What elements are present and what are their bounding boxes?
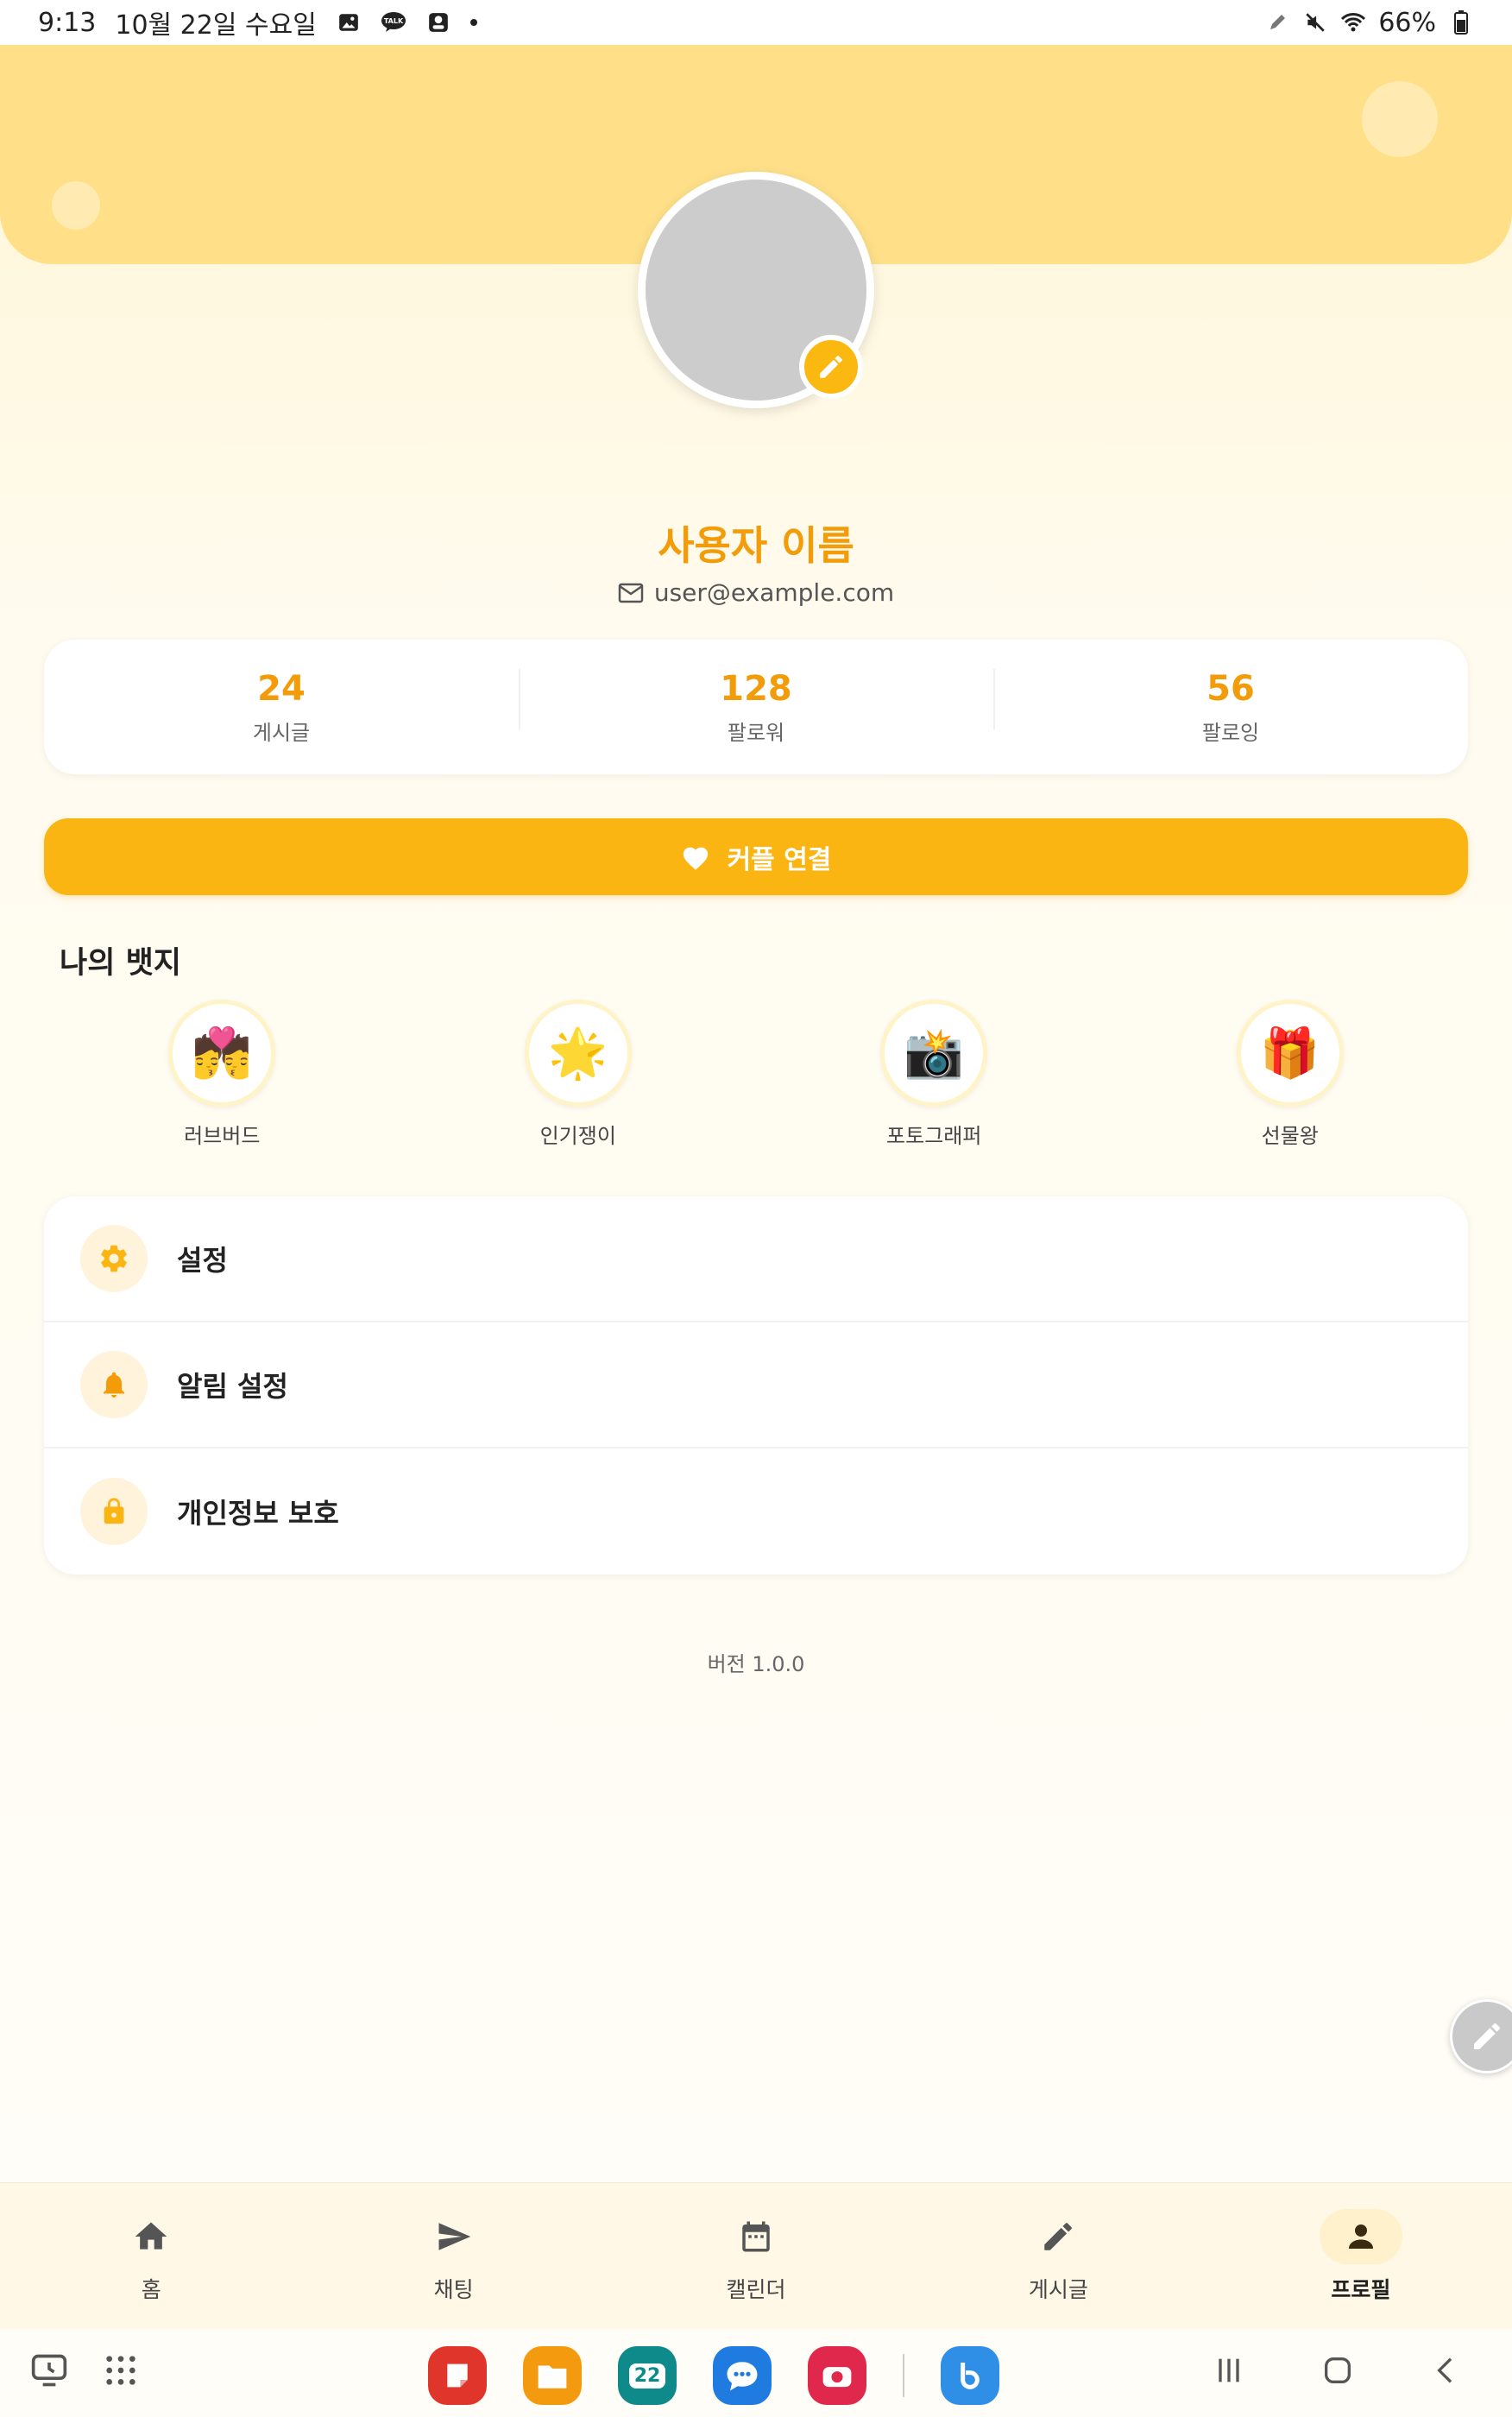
badge-item[interactable]: 📸 포토그래퍼 <box>756 1000 1112 1155</box>
pencil-icon <box>1017 2209 1099 2264</box>
calendar-app-icon[interactable]: 22 <box>618 2346 677 2405</box>
settings-item-notifications[interactable]: 알림 설정 <box>44 1322 1468 1448</box>
decorative-bubble <box>1362 81 1438 157</box>
nav-item-posts[interactable]: 게시글 <box>907 2183 1209 2329</box>
stats-card: 24 게시글 128 팔로워 56 팔로잉 <box>44 640 1468 774</box>
app-drawer-icon[interactable] <box>104 2353 138 2391</box>
star-icon: 🌟 <box>524 1000 632 1107</box>
user-email: user@example.com <box>653 578 895 607</box>
bixby-app-icon[interactable] <box>941 2346 999 2405</box>
stat-label: 팔로워 <box>727 720 785 745</box>
edit-avatar-button[interactable] <box>799 335 863 399</box>
kakaotalk-icon: TALK <box>381 9 406 35</box>
calendar-app-date: 22 <box>628 2363 666 2389</box>
files-app-icon[interactable] <box>523 2346 582 2405</box>
more-notifications-dot <box>469 19 477 26</box>
stat-following[interactable]: 56 팔로잉 <box>993 668 1468 746</box>
recents-button-icon[interactable] <box>1212 2353 1246 2391</box>
svg-text:TALK: TALK <box>384 17 404 25</box>
nav-item-profile[interactable]: 프로필 <box>1210 2183 1512 2329</box>
stat-label: 게시글 <box>252 720 311 745</box>
stat-value: 24 <box>257 668 306 709</box>
settings-item-label: 설정 <box>177 1244 228 1277</box>
user-name: 사용자 이름 <box>658 522 854 569</box>
gift-icon: 🎁 <box>1236 1000 1344 1107</box>
stat-label: 팔로잉 <box>1201 720 1260 745</box>
person-icon <box>1319 2208 1402 2264</box>
stat-followers[interactable]: 128 팔로워 <box>519 668 993 746</box>
nav-item-home[interactable]: 홈 <box>0 2183 302 2329</box>
mail-icon <box>618 583 644 603</box>
gear-icon <box>80 1225 148 1292</box>
settings-item-label: 개인정보 보호 <box>177 1497 339 1530</box>
badges-section-title: 나의 뱃지 <box>60 946 181 981</box>
badge-item[interactable]: 💏 러브버드 <box>44 1000 400 1155</box>
camera-flash-icon: 📸 <box>880 1000 988 1107</box>
couple-connect-label: 커플 연결 <box>727 844 832 875</box>
bottom-navigation: 홈 채팅 캘린더 게시글 프로필 <box>0 2182 1512 2329</box>
nav-item-chat[interactable]: 채팅 <box>302 2183 604 2329</box>
status-bar: 9:13 10월 22일 수요일 TALK 66% <box>0 0 1512 45</box>
battery-percent: 66% <box>1378 7 1436 38</box>
battery-icon <box>1448 9 1474 35</box>
nav-item-calendar[interactable]: 캘린더 <box>605 2183 907 2329</box>
back-button-icon[interactable] <box>1429 2353 1464 2391</box>
heart-icon <box>683 847 708 870</box>
send-icon <box>413 2209 495 2264</box>
couple-kiss-icon: 💏 <box>168 1000 276 1107</box>
nav-label: 홈 <box>141 2276 161 2302</box>
notes-app-icon[interactable] <box>428 2346 487 2405</box>
user-email-row: user@example.com <box>0 578 1512 607</box>
recent-screen-icon[interactable] <box>29 2351 69 2393</box>
badge-label: 포토그래퍼 <box>886 1124 982 1148</box>
badge-label: 선물왕 <box>1261 1124 1319 1148</box>
stat-value: 56 <box>1206 668 1255 709</box>
settings-item-settings[interactable]: 설정 <box>44 1196 1468 1322</box>
settings-list: 설정 알림 설정 개인정보 보호 <box>44 1196 1468 1575</box>
badge-label: 인기쟁이 <box>539 1124 616 1148</box>
nav-label: 프로필 <box>1331 2276 1391 2302</box>
couple-connect-button[interactable]: 커플 연결 <box>44 818 1468 895</box>
badge-item[interactable]: 🌟 인기쟁이 <box>400 1000 757 1155</box>
pen-icon <box>1264 9 1290 35</box>
messages-app-icon[interactable] <box>713 2346 772 2405</box>
nav-label: 게시글 <box>1028 2276 1088 2302</box>
gallery-icon <box>336 9 362 35</box>
badges-row: 💏 러브버드 🌟 인기쟁이 📸 포토그래퍼 🎁 선물왕 <box>44 1000 1468 1155</box>
mute-icon <box>1302 9 1328 35</box>
decorative-bubble <box>52 181 100 230</box>
stat-posts[interactable]: 24 게시글 <box>44 669 519 746</box>
pencil-icon <box>820 356 842 378</box>
settings-item-label: 알림 설정 <box>177 1370 288 1403</box>
app-notification-icon <box>425 9 451 35</box>
pencil-icon <box>1474 2023 1501 2049</box>
status-date: 10월 22일 수요일 <box>115 10 317 41</box>
badge-item[interactable]: 🎁 선물왕 <box>1112 1000 1469 1155</box>
system-taskbar: 22 <box>0 2329 1512 2417</box>
nav-label: 채팅 <box>433 2276 474 2302</box>
stat-value: 128 <box>720 668 792 709</box>
wifi-icon <box>1340 9 1366 35</box>
lock-icon <box>80 1478 148 1545</box>
home-icon <box>110 2209 192 2264</box>
settings-item-privacy[interactable]: 개인정보 보호 <box>44 1448 1468 1575</box>
bell-icon <box>80 1351 148 1418</box>
status-time: 9:13 <box>38 7 97 38</box>
home-button-icon[interactable] <box>1320 2353 1355 2391</box>
camera-app-icon[interactable] <box>808 2346 866 2405</box>
calendar-icon <box>715 2209 797 2264</box>
taskbar-divider <box>903 2354 904 2397</box>
app-version: 버전 1.0.0 <box>707 1652 805 1676</box>
nav-label: 캘린더 <box>726 2276 786 2302</box>
badge-label: 러브버드 <box>184 1124 261 1148</box>
